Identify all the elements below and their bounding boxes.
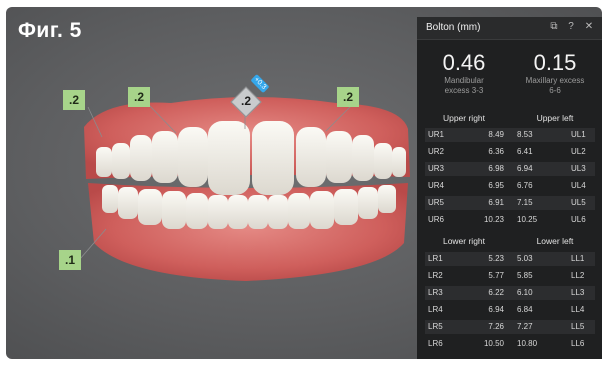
selected-measurement-label: .2: [240, 94, 251, 108]
table-row: LR1 5.23 5.03 LL1: [425, 252, 595, 266]
table-cell: LL6: [571, 339, 585, 348]
maxillary-excess-value: 0.15: [533, 50, 577, 75]
table-cell: 7.26: [488, 322, 504, 331]
table-cell: 5.03: [517, 254, 533, 263]
table-cell: UR1: [428, 130, 445, 139]
table-cell: 10.23: [483, 215, 504, 224]
table-cell: 5.77: [488, 271, 504, 280]
table-cell: 8.49: [488, 130, 504, 139]
table-cell: UL3: [571, 164, 586, 173]
measurement-tag[interactable]: .2: [128, 87, 150, 107]
table-cell: 6.98: [488, 164, 504, 173]
table-cell: LL4: [571, 305, 585, 314]
table-row: LR2 5.77 5.85 LL2: [425, 269, 595, 283]
table-cell: LL1: [571, 254, 585, 263]
table-row: LR5 7.26 7.27 LL5: [425, 320, 595, 334]
table-cell: UL2: [571, 147, 586, 156]
section-lower-right: Lower right: [442, 236, 486, 246]
table-row: UR6 10.23 10.25 UL6: [425, 213, 595, 227]
table-cell: 6.22: [488, 288, 504, 297]
table-cell: LR1: [428, 254, 443, 263]
help-icon[interactable]: ?: [565, 21, 577, 33]
table-cell: LL2: [571, 271, 585, 280]
table-cell: UR6: [428, 215, 445, 224]
table-cell: UL5: [571, 198, 586, 207]
table-cell: LR2: [428, 271, 443, 280]
table-row: UR4 6.95 6.76 UL4: [425, 179, 595, 193]
table-cell: LR5: [428, 322, 443, 331]
table-row: LR6 10.50 10.80 LL6: [425, 337, 595, 351]
table-cell: UR4: [428, 181, 445, 190]
table-cell: 10.25: [517, 215, 538, 224]
table-cell: LL3: [571, 288, 585, 297]
close-icon[interactable]: ✕: [583, 21, 595, 33]
table-cell: 5.23: [488, 254, 504, 263]
table-cell: 6.36: [488, 147, 504, 156]
table-cell: 6.84: [517, 305, 533, 314]
table-cell: LR4: [428, 305, 443, 314]
table-cell: 10.80: [517, 339, 538, 348]
table-cell: 6.91: [488, 198, 504, 207]
table-row: UR1 8.49 8.53 UL1: [425, 128, 595, 142]
measurement-tag[interactable]: .2: [63, 90, 85, 110]
section-upper-left: Upper left: [536, 113, 574, 123]
table-row: LR4 6.94 6.84 LL4: [425, 303, 595, 317]
table-cell: 7.27: [517, 322, 533, 331]
table-cell: 10.50: [483, 339, 504, 348]
table-cell: UL4: [571, 181, 586, 190]
table-cell: LR3: [428, 288, 443, 297]
copy-icon[interactable]: ⧉: [548, 21, 560, 33]
table-cell: UR5: [428, 198, 445, 207]
section-upper-right: Upper right: [442, 113, 486, 123]
table-cell: 6.95: [488, 181, 504, 190]
table-row: UR3 6.98 6.94 UL3: [425, 162, 595, 176]
table-cell: UR3: [428, 164, 445, 173]
table-cell: LR6: [428, 339, 443, 348]
table-cell: 6.41: [517, 147, 533, 156]
table-cell: 8.53: [517, 130, 533, 139]
table-cell: 6.10: [517, 288, 533, 297]
table-row: UR2 6.36 6.41 UL2: [425, 145, 595, 159]
section-lower-left: Lower left: [536, 236, 574, 246]
table-cell: 5.85: [517, 271, 533, 280]
table-cell: 7.15: [517, 198, 533, 207]
panel-title: Bolton (mm): [426, 22, 481, 33]
table-cell: UL6: [571, 215, 586, 224]
dental-model-3d[interactable]: [6, 7, 426, 359]
panel-header: Bolton (mm) ⧉ ? ✕: [417, 17, 602, 40]
maxillary-excess-caption: Maxillary excess 6-6: [525, 76, 585, 95]
table-cell: LL5: [571, 322, 585, 331]
table-cell: UL1: [571, 130, 586, 139]
table-row: LR3 6.22 6.10 LL3: [425, 286, 595, 300]
measurement-tag[interactable]: .2: [337, 87, 359, 107]
bolton-panel: Bolton (mm) ⧉ ? ✕ 0.46 Mandibular excess…: [417, 17, 602, 359]
mandibular-excess-value: 0.46: [442, 50, 486, 75]
measurement-tag[interactable]: .1: [59, 250, 81, 270]
table-cell: 6.94: [488, 305, 504, 314]
table-cell: UR2: [428, 147, 445, 156]
table-cell: 6.94: [517, 164, 533, 173]
table-row: UR5 6.91 7.15 UL5: [425, 196, 595, 210]
table-cell: 6.76: [517, 181, 533, 190]
mandibular-excess-caption: Mandibular excess 3-3: [444, 76, 484, 95]
